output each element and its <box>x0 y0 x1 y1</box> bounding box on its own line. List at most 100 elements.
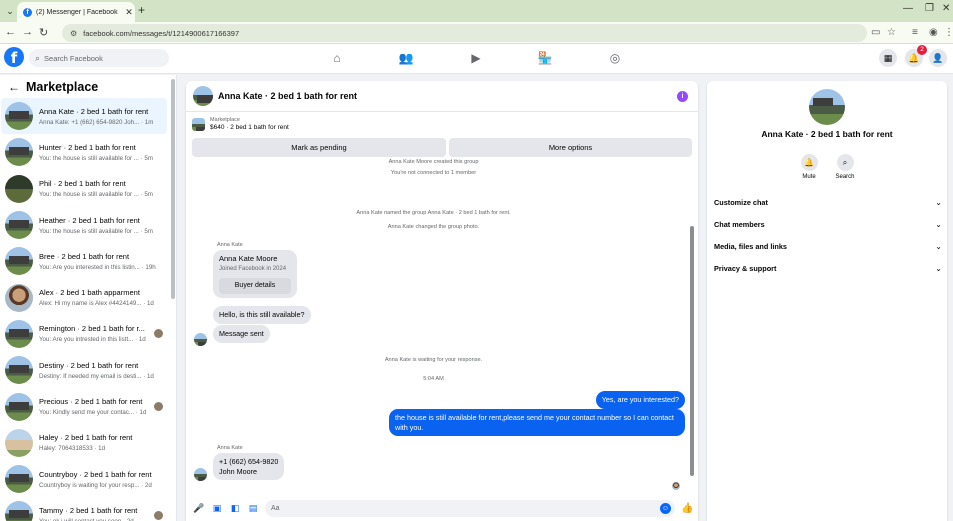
row-label: Privacy & support <box>714 263 777 273</box>
close-window-icon[interactable]: ✕ <box>942 3 950 14</box>
conversation-preview: Alex: Hi my name is Alex #4424149... · 1… <box>39 300 154 308</box>
system-message: Anna Kate changed the group photo. <box>387 224 480 230</box>
chat-title[interactable]: Anna Kate · 2 bed 1 bath for rent <box>218 91 357 101</box>
browser-tab[interactable]: f (2) Messenger | Facebook ✕ <box>17 2 135 22</box>
attach-photo-icon[interactable]: ▣ <box>211 502 223 514</box>
new-tab-icon[interactable]: + <box>138 3 145 17</box>
gif-icon[interactable]: ▤ <box>247 502 259 514</box>
conversation-item[interactable]: Hunter · 2 bed 1 bath for rent You: the h… <box>1 134 167 170</box>
video-icon[interactable]: ▶ <box>468 50 484 66</box>
browser-tab-bar: ⌄ f (2) Messenger | Facebook ✕ + — ❐ ✕ <box>0 0 953 22</box>
friends-icon[interactable]: 👥 <box>398 50 414 66</box>
conversation-avatar <box>5 465 33 494</box>
groups-icon[interactable]: ◎ <box>607 50 623 66</box>
sender-name: Anna Kate <box>217 445 243 451</box>
conversation-item[interactable]: Precious · 2 bed 1 bath for rent You: Kin… <box>1 388 167 424</box>
sender-avatar[interactable] <box>194 468 207 481</box>
facebook-search-input[interactable]: ⌕ Search Facebook <box>29 49 169 67</box>
forward-icon[interactable]: → <box>22 26 33 38</box>
conversation-avatar <box>5 428 33 457</box>
conversation-item[interactable]: Remington · 2 bed 1 bath for r... You: Ar… <box>1 316 167 352</box>
back-icon[interactable]: ← <box>5 26 16 38</box>
marketplace-conversation-sidebar: ← Marketplace Anna Kate · 2 bed 1 bath f… <box>0 75 177 521</box>
chat-header: Anna Kate · 2 bed 1 bath for rent i <box>186 81 698 112</box>
chat-scrollbar[interactable] <box>690 226 694 476</box>
conversation-name: Hunter · 2 bed 1 bath for rent <box>39 142 136 152</box>
url-field[interactable]: ⚙ facebook.com/messages/t/12149006171663… <box>62 24 867 42</box>
conversation-avatar <box>5 138 33 167</box>
buyer-name: Anna Kate Moore <box>219 254 278 263</box>
conversation-item[interactable]: Heather · 2 bed 1 bath for rent You: the … <box>1 207 167 243</box>
profile-icon[interactable]: ◉ <box>929 27 938 38</box>
conversation-name: Destiny · 2 bed 1 bath for rent <box>39 360 139 370</box>
conversation-name: Countryboy · 2 bed 1 bath for rent <box>39 469 152 479</box>
seen-avatar <box>154 402 163 412</box>
cast-icon[interactable]: ▭ <box>871 27 880 38</box>
conversation-item[interactable]: Bree · 2 bed 1 bath for rent You: Are you… <box>1 243 167 279</box>
incoming-message[interactable]: Hello, is this still available? <box>213 306 311 324</box>
system-message: Anna Kate is waiting for your response. <box>384 357 483 363</box>
conversation-name: Tammy · 2 bed 1 bath for rent <box>39 505 138 515</box>
sticker-icon[interactable]: ◧ <box>229 502 241 514</box>
chat-avatar[interactable] <box>193 86 213 106</box>
sender-name: Anna Kate <box>217 242 243 248</box>
emoji-icon[interactable]: ☺ <box>660 502 671 514</box>
listing-thumbnail <box>192 117 205 131</box>
marketplace-listing-bar[interactable]: Marketplace $640 · 2 bed 1 bath for rent <box>192 117 289 131</box>
menu-grid-icon[interactable]: ▦ <box>879 49 897 67</box>
conversation-name: Heather · 2 bed 1 bath for rent <box>39 215 140 225</box>
sidebar-scrollbar[interactable] <box>171 79 175 299</box>
conversation-item[interactable]: Destiny · 2 bed 1 bath for rent Destiny: … <box>1 352 167 388</box>
reload-icon[interactable]: ↻ <box>39 26 48 39</box>
conversation-avatar <box>5 211 33 240</box>
mute-button[interactable]: 🔔 Mute <box>789 154 829 180</box>
conversation-info: Destiny · 2 bed 1 bath for rent Destiny: … <box>39 361 167 380</box>
buyer-details-button[interactable]: Buyer details <box>219 278 291 294</box>
message-input[interactable]: Aa ☺ <box>265 499 675 517</box>
minimize-icon[interactable]: — <box>903 3 913 14</box>
privacy-support-row[interactable]: Privacy & support ⌄ <box>714 260 942 276</box>
site-info-icon[interactable]: ⚙ <box>70 29 77 38</box>
bookmark-star-icon[interactable]: ☆ <box>887 27 896 38</box>
voice-clip-icon[interactable]: 🎤 <box>193 502 205 514</box>
conversation-item[interactable]: Countryboy · 2 bed 1 bath for rent Countr… <box>1 461 167 497</box>
address-bar: ← → ↻ ⚙ facebook.com/messages/t/12149006… <box>0 22 953 44</box>
close-tab-icon[interactable]: ✕ <box>123 7 135 18</box>
chevron-down-icon: ⌄ <box>935 219 942 229</box>
media-files-links-row[interactable]: Media, files and links ⌄ <box>714 238 942 254</box>
marketplace-icon[interactable]: 🏪 <box>537 50 553 66</box>
search-in-conversation-button[interactable]: ⌕ Search <box>825 154 865 180</box>
conversation-item[interactable]: Tammy · 2 bed 1 bath for rentYou: ok i w… <box>1 497 167 521</box>
sender-avatar[interactable] <box>194 333 207 346</box>
incoming-message[interactable]: Message sent <box>213 325 270 343</box>
conversation-item[interactable]: Alex · 2 bed 1 bath apparment Alex: Hi my… <box>1 279 167 315</box>
customize-chat-row[interactable]: Customize chat ⌄ <box>714 194 942 210</box>
conversation-item[interactable]: Phil · 2 bed 1 bath for rent You: the hou… <box>1 171 167 207</box>
conversation-info-icon[interactable]: i <box>677 91 688 102</box>
outgoing-message[interactable]: the house is still available for rent,pl… <box>389 409 685 437</box>
extensions-icon[interactable]: ≡ <box>912 27 918 38</box>
more-options-button[interactable]: More options <box>449 138 692 157</box>
maximize-icon[interactable]: ❐ <box>925 3 934 14</box>
message-timestamp: 5:04 AM <box>423 376 444 382</box>
tab-search-icon[interactable]: ⌄ <box>3 4 17 18</box>
buyer-joined: Joined Facebook in 2024 <box>219 266 287 273</box>
chat-panel: Anna Kate · 2 bed 1 bath for rent i Mark… <box>186 81 698 521</box>
incoming-message[interactable]: +1 (662) 654-9820 John Moore <box>213 453 285 481</box>
account-avatar[interactable]: 👤 <box>929 49 947 67</box>
read-receipt-avatar <box>672 482 680 490</box>
group-avatar[interactable] <box>809 89 845 125</box>
conversation-item[interactable]: Anna Kate · 2 bed 1 bath for rent Anna Ka… <box>1 98 167 135</box>
facebook-logo-icon[interactable]: f <box>4 47 24 67</box>
browser-menu-icon[interactable]: ⋮ <box>944 27 953 38</box>
back-arrow-icon[interactable]: ← <box>8 80 20 94</box>
conversation-name: Phil · 2 bed 1 bath for rent <box>39 179 126 189</box>
home-icon[interactable]: ⌂ <box>329 50 345 66</box>
mark-as-pending-button[interactable]: Mark as pending <box>192 138 446 157</box>
chat-members-row[interactable]: Chat members ⌄ <box>714 216 942 232</box>
conversation-item[interactable]: Haley · 2 bed 1 bath for rent Haley: 7064… <box>1 425 167 461</box>
outgoing-message[interactable]: Yes, are you interested? <box>595 391 685 409</box>
conversation-name: Anna Kate · 2 bed 1 bath for rent <box>39 106 149 116</box>
thumbs-up-icon[interactable]: 👍 <box>681 503 693 514</box>
conversation-name: Remington · 2 bed 1 bath for r... <box>39 324 145 334</box>
